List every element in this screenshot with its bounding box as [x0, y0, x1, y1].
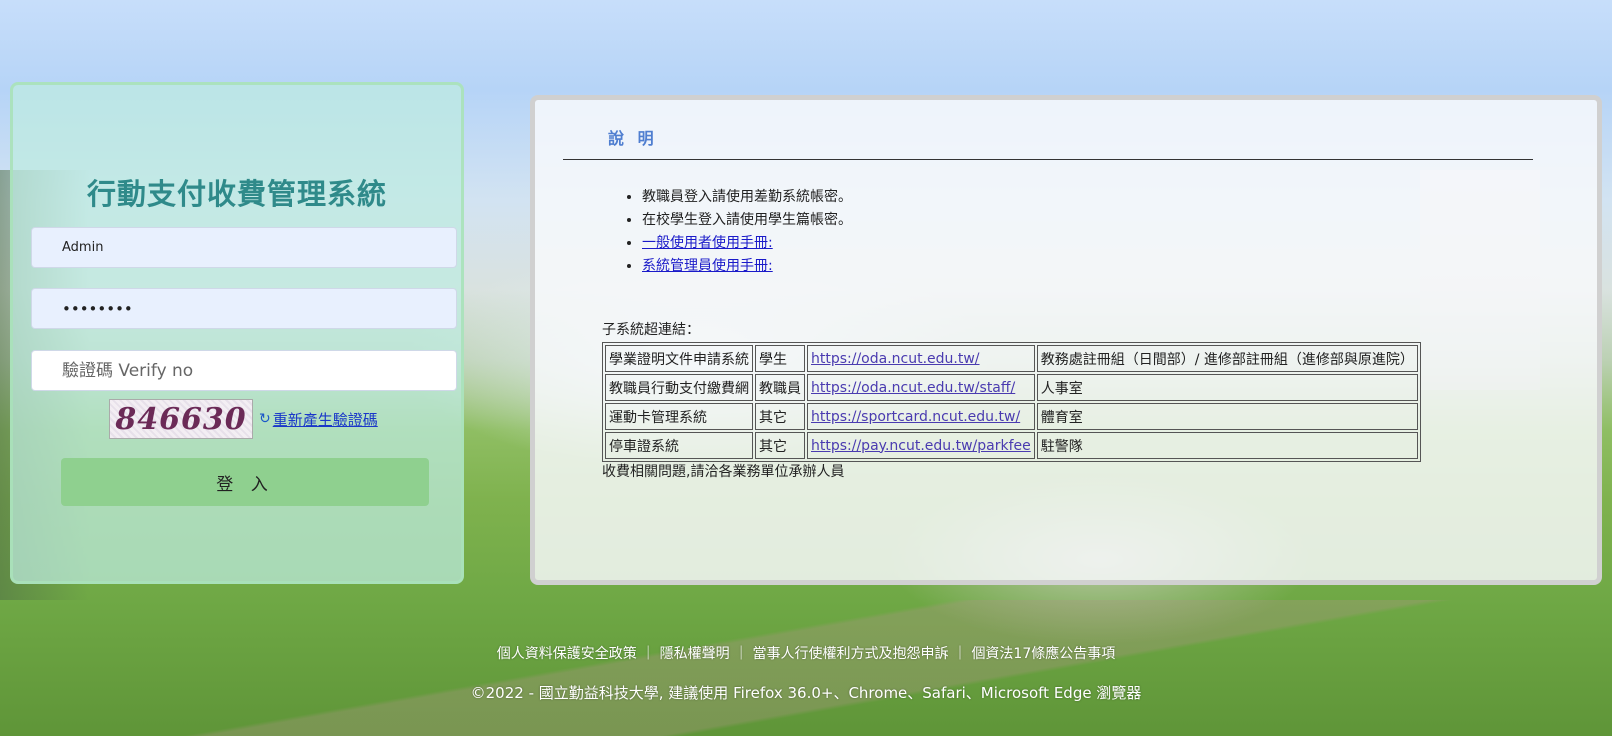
notes-list: 教職員登入請使用差勤系統帳密。 在校學生登入請使用學生篇帳密。 一般使用者使用手…: [620, 186, 852, 278]
list-item: 教職員登入請使用差勤系統帳密。: [642, 186, 852, 209]
divider: [563, 159, 1533, 160]
system-title: 行動支付收費管理系統: [86, 177, 387, 211]
user-manual-link[interactable]: 一般使用者使用手冊:: [642, 235, 773, 251]
login-button[interactable]: 登 入: [61, 458, 429, 506]
password-input[interactable]: [31, 288, 457, 329]
audience-cell: 學生: [755, 345, 805, 372]
article17-notice-link[interactable]: 個資法17條應公告事項: [971, 646, 1115, 662]
system-name-cell: 停車證系統: [605, 432, 753, 459]
system-name-cell: 運動卡管理系統: [605, 403, 753, 430]
table-row: 停車證系統 其它 https://pay.ncut.edu.tw/parkfee…: [605, 432, 1418, 459]
audience-cell: 其它: [755, 403, 805, 430]
refresh-captcha-button[interactable]: ↻ 重新產生驗證碼: [259, 409, 378, 430]
table-row: 學業證明文件申請系統 學生 https://oda.ncut.edu.tw/ 教…: [605, 345, 1418, 372]
refresh-icon[interactable]: ↻: [259, 411, 271, 427]
url-cell: https://pay.ncut.edu.tw/parkfee: [807, 432, 1035, 459]
office-cell: 駐警隊: [1036, 432, 1418, 459]
table-row: 運動卡管理系統 其它 https://sportcard.ncut.edu.tw…: [605, 403, 1418, 430]
separator: ｜: [641, 646, 656, 662]
subsystem-table: 學業證明文件申請系統 學生 https://oda.ncut.edu.tw/ 教…: [602, 342, 1421, 462]
fee-note: 收費相關問題,請洽各業務單位承辦人員: [602, 464, 845, 480]
office-cell: 教務處註冊組（日間部）/ 進修部註冊組（進修部與原進院）: [1036, 345, 1418, 372]
list-item: 系統管理員使用手冊:: [642, 255, 852, 278]
captcha-code: 846630: [115, 401, 247, 437]
url-cell: https://sportcard.ncut.edu.tw/: [807, 403, 1035, 430]
admin-manual-link[interactable]: 系統管理員使用手冊:: [642, 258, 773, 274]
table-row: 教職員行動支付繳費網 教職員 https://oda.ncut.edu.tw/s…: [605, 374, 1418, 401]
background-walkway: [0, 600, 1612, 736]
office-cell: 人事室: [1036, 374, 1418, 401]
info-panel: 說 明 教職員登入請使用差勤系統帳密。 在校學生登入請使用學生篇帳密。 一般使用…: [530, 95, 1602, 585]
login-panel: 行動支付收費管理系統 846630 ↻ 重新產生驗證碼 登 入: [10, 82, 464, 584]
url-cell: https://oda.ncut.edu.tw/: [807, 345, 1035, 372]
system-name-cell: 學業證明文件申請系統: [605, 345, 753, 372]
audience-cell: 教職員: [755, 374, 805, 401]
privacy-policy-link[interactable]: 個人資料保護安全政策: [497, 646, 637, 662]
list-item: 一般使用者使用手冊:: [642, 232, 852, 255]
captcha-row: 846630 ↻ 重新產生驗證碼: [109, 399, 378, 439]
rights-complaint-link[interactable]: 當事人行使權利方式及抱怨申訴: [753, 646, 949, 662]
username-input[interactable]: [31, 227, 457, 268]
privacy-statement-link[interactable]: 隱私權聲明: [660, 646, 730, 662]
subsystem-link[interactable]: https://pay.ncut.edu.tw/parkfee: [811, 438, 1031, 454]
subsystem-link[interactable]: https://oda.ncut.edu.tw/: [811, 351, 980, 367]
separator: ｜: [734, 646, 749, 662]
separator: ｜: [952, 646, 967, 662]
office-cell: 體育室: [1036, 403, 1418, 430]
subsystem-link[interactable]: https://sportcard.ncut.edu.tw/: [811, 409, 1020, 425]
system-name-cell: 教職員行動支付繳費網: [605, 374, 753, 401]
url-cell: https://oda.ncut.edu.tw/staff/: [807, 374, 1035, 401]
audience-cell: 其它: [755, 432, 805, 459]
footer-links: 個人資料保護安全政策 ｜ 隱私權聲明 ｜ 當事人行使權利方式及抱怨申訴 ｜ 個資…: [0, 643, 1612, 663]
refresh-captcha-link[interactable]: 重新產生驗證碼: [273, 409, 378, 430]
captcha-image: 846630: [109, 399, 253, 439]
copyright-text: ©2022 - 國立勤益科技大學, 建議使用 Firefox 36.0+、Chr…: [470, 684, 1142, 702]
list-item: 在校學生登入請使用學生篇帳密。: [642, 209, 852, 232]
captcha-input[interactable]: [31, 350, 457, 391]
subsystem-label: 子系統超連結：: [602, 322, 700, 338]
info-title: 說 明: [608, 129, 658, 148]
subsystem-link[interactable]: https://oda.ncut.edu.tw/staff/: [811, 380, 1015, 396]
